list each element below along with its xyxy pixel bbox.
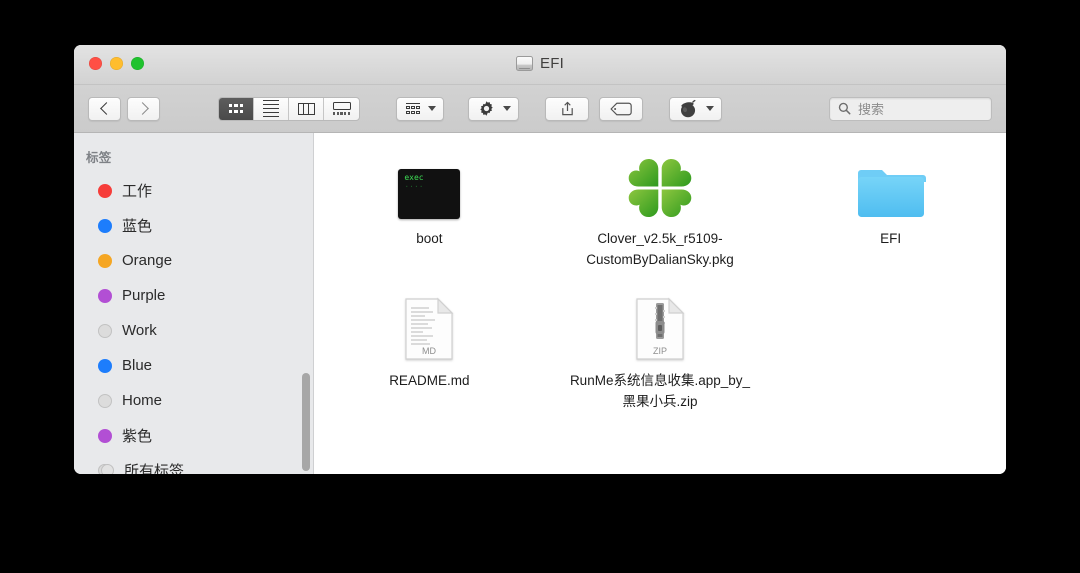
navigation-buttons (88, 96, 160, 121)
file-name: Clover_v2.5k_r5109-CustomByDalianSky.pkg (586, 231, 734, 267)
file-type-badge: ZIP (653, 346, 667, 356)
icon-view-icon (228, 103, 244, 114)
sidebar-item-work[interactable]: Work (74, 313, 313, 348)
window-title-text: EFI (540, 55, 564, 72)
clover-package-icon (628, 159, 692, 217)
sidebar-item-lanse[interactable]: 蓝色 (74, 208, 313, 243)
tag-color-dot-purple (98, 288, 112, 303)
window-title: EFI (74, 55, 1006, 72)
coverflow-view-button[interactable] (324, 98, 359, 120)
chevron-right-icon (135, 102, 149, 115)
sidebar-item-gongzuo[interactable]: 工作 (74, 173, 313, 208)
sidebar: 标签 工作 蓝色 Orange Purple Work Blue Home 紫色… (74, 133, 314, 474)
sidebar-item-orange[interactable]: Orange (74, 243, 313, 278)
sidebar-item-blue[interactable]: Blue (74, 348, 313, 383)
sidebar-item-home[interactable]: Home (74, 383, 313, 418)
tag-color-dot-orange (98, 253, 112, 268)
file-row: MD README.md ZIP RunMe系统信息收集.app_by_黑果小兵… (314, 291, 1006, 413)
search-icon (838, 102, 851, 115)
file-item-efi-folder[interactable]: EFI (775, 149, 1006, 271)
file-name: EFI (880, 231, 902, 246)
sidebar-section-tags: 标签 (86, 151, 112, 165)
tag-color-dot-none (98, 393, 112, 408)
share-icon (561, 101, 573, 115)
tag-color-dot-red (98, 183, 112, 198)
chevron-down-icon (706, 106, 714, 111)
zip-archive-icon: ZIP (636, 297, 685, 360)
back-button[interactable] (88, 96, 121, 121)
column-view-button[interactable] (289, 97, 324, 120)
disk-icon (516, 56, 534, 71)
icon-slot: MD (403, 295, 455, 361)
tag-icon (610, 102, 632, 115)
file-name: boot (416, 231, 443, 246)
sidebar-item-label: Orange (122, 252, 173, 269)
file-name: RunMe系统信息收集.app_by_黑果小兵.zip (569, 372, 751, 409)
sidebar-item-purple[interactable]: Purple (74, 278, 313, 313)
all-tags-icon (98, 463, 114, 474)
sidebar-item-label: 工作 (122, 183, 153, 200)
coverflow-view-icon (332, 102, 351, 115)
sidebar-item-all-tags[interactable]: 所有标签... (74, 453, 313, 474)
column-view-icon (297, 102, 315, 115)
tag-color-dot-blue (98, 218, 112, 233)
file-type-badge: MD (422, 346, 436, 356)
gear-icon (480, 101, 493, 116)
icon-slot (626, 153, 694, 219)
sidebar-item-label: Blue (122, 357, 153, 374)
icon-slot: exec .... (398, 153, 461, 219)
search-field[interactable]: 搜索 (829, 96, 992, 121)
unix-executable-icon: exec .... (398, 169, 461, 219)
share-button[interactable] (545, 96, 589, 121)
search-input[interactable]: 搜索 (858, 99, 884, 118)
file-item-boot[interactable]: exec .... boot (314, 149, 545, 271)
icon-view-button[interactable] (219, 97, 254, 120)
window-titlebar[interactable]: EFI (74, 45, 1006, 85)
chevron-down-icon (428, 106, 436, 111)
action-menu-button[interactable] (468, 96, 519, 121)
folder-icon (857, 170, 926, 217)
sidebar-item-label: 蓝色 (122, 218, 153, 235)
tag-color-dot-purple (98, 428, 112, 443)
sidebar-item-label: 紫色 (122, 428, 153, 445)
file-grid[interactable]: exec .... boot Clover_v2.5k_r5109-Custom… (314, 133, 1006, 474)
tag-button[interactable] (599, 96, 643, 121)
list-view-button[interactable] (254, 97, 289, 120)
sidebar-item-label: Work (122, 322, 157, 339)
forward-button[interactable] (127, 96, 160, 121)
file-row: exec .... boot Clover_v2.5k_r5109-Custom… (314, 149, 1006, 271)
tag-color-dot-none (98, 323, 112, 338)
icon-slot: ZIP (634, 295, 686, 361)
arrange-by-button[interactable] (396, 96, 444, 121)
sidebar-item-label: Purple (122, 287, 166, 304)
sidebar-item-label: Home (122, 392, 163, 409)
scrollbar-thumb[interactable] (302, 373, 310, 471)
sidebar-item-label: 所有标签... (124, 463, 197, 474)
file-item-readme[interactable]: MD README.md (314, 291, 545, 413)
view-mode-segmented-control (218, 96, 360, 121)
screen: EFI 搜索 标签 工作 蓝色 Orange Purple Work Blue … (0, 0, 1080, 573)
file-name: README.md (389, 372, 470, 388)
sidebar-item-zise[interactable]: 紫色 (74, 418, 313, 453)
acorn-icon (680, 99, 696, 117)
sidebar-scrollbar[interactable] (302, 373, 310, 471)
markdown-document-icon: MD (405, 297, 454, 360)
arrange-icon (406, 102, 420, 115)
file-item-runme-zip[interactable]: ZIP RunMe系统信息收集.app_by_黑果小兵.zip (545, 291, 776, 413)
finder-toolbar: 搜索 (74, 85, 1006, 133)
file-grid-empty-cell (775, 291, 1006, 413)
tag-color-dot-blue (98, 358, 112, 373)
window-body: 标签 工作 蓝色 Orange Purple Work Blue Home 紫色… (74, 133, 1006, 474)
list-view-icon (263, 99, 279, 118)
chevron-down-icon (503, 106, 511, 111)
finder-window: EFI 搜索 标签 工作 蓝色 Orange Purple Work Blue … (74, 45, 1006, 474)
chevron-left-icon (99, 102, 113, 115)
icon-slot (856, 153, 926, 219)
file-item-clover-pkg[interactable]: Clover_v2.5k_r5109-CustomByDalianSky.pkg (545, 149, 776, 271)
extension-menu-button[interactable] (669, 96, 722, 121)
